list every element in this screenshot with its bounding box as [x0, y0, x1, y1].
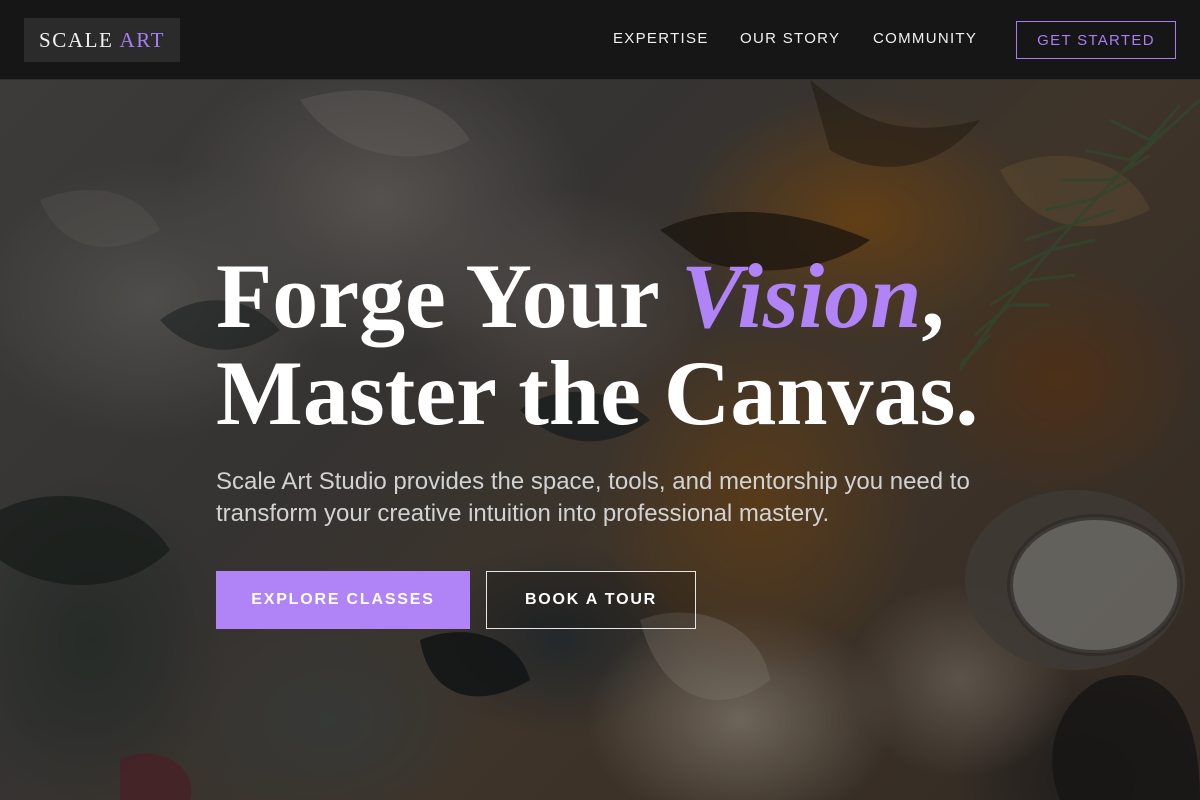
brand-logo[interactable]: SCALE ART [24, 18, 180, 62]
get-started-button[interactable]: GET STARTED [1016, 21, 1176, 59]
hero-title-suffix: , [921, 245, 945, 347]
nav-link-our-story[interactable]: OUR STORY [740, 30, 840, 47]
explore-classes-button[interactable]: EXPLORE CLASSES [216, 571, 470, 629]
hero-title-accent: Vision [681, 245, 922, 347]
hero-subtitle: Scale Art Studio provides the space, too… [216, 468, 970, 527]
hero-title: Forge Your Vision, Master the Canvas. [216, 248, 1036, 442]
hero-title-prefix: Forge Your [216, 245, 682, 347]
nav-link-expertise[interactable]: EXPERTISE [613, 30, 709, 47]
nav-link-community[interactable]: COMMUNITY [873, 30, 977, 47]
hero-title-line2: Master the Canvas. [216, 342, 979, 444]
brand-name: SCALE [38, 27, 114, 52]
book-a-tour-button[interactable]: BOOK A TOUR [486, 571, 696, 629]
site-header: SCALE ART EXPERTISE OUR STORY COMMUNITY G… [0, 0, 1200, 80]
brand-accent: ART [119, 27, 166, 52]
